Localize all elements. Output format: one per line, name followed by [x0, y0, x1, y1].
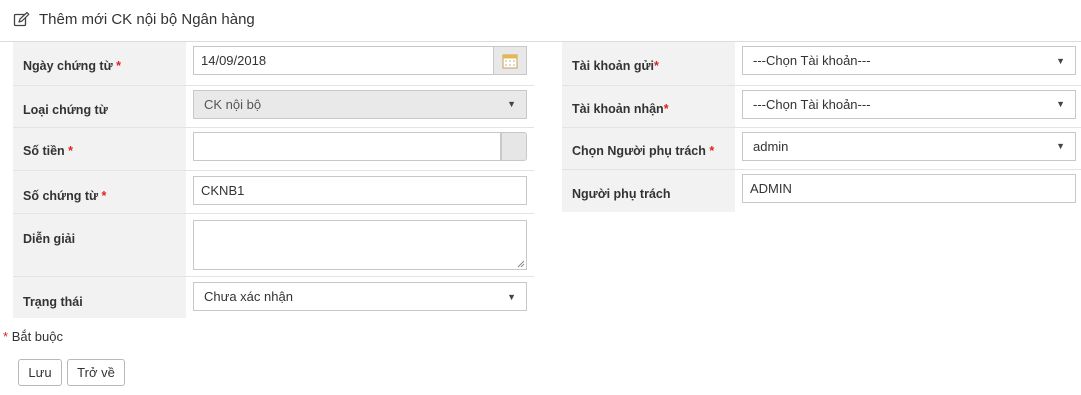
- so-tien-input[interactable]: [193, 131, 501, 161]
- right-form: Tài khoản gửi* ---Chọn Tài khoản--- ▼ Tà…: [562, 42, 1081, 212]
- tai-khoan-gui-cell: ---Chọn Tài khoản--- ▼: [735, 42, 1081, 86]
- tai-khoan-gui-select[interactable]: ---Chọn Tài khoản--- ▼: [742, 46, 1076, 76]
- chevron-down-icon: ▼: [1056, 99, 1065, 109]
- so-chung-tu-cell: CKNB1: [186, 170, 534, 214]
- row-loai-chung-tu: Loại chứng từ CK nội bộ ▼: [13, 85, 534, 128]
- so-tien-addon: [501, 131, 527, 161]
- chon-nguoi-phu-trach-select[interactable]: admin ▼: [742, 131, 1076, 161]
- so-chung-tu-label: Số chứng từ *: [13, 170, 186, 214]
- row-ngay-chung-tu: Ngày chứng từ * 14/09/2018: [13, 42, 534, 86]
- row-dien-giai: Diễn giải: [13, 213, 534, 277]
- required-asterisk: *: [3, 329, 9, 344]
- row-so-chung-tu: Số chứng từ * CKNB1: [13, 170, 534, 214]
- row-so-tien: Số tiền *: [13, 127, 534, 171]
- tai-khoan-nhan-label: Tài khoản nhận*: [562, 85, 735, 128]
- tai-khoan-nhan-cell: ---Chọn Tài khoản--- ▼: [735, 85, 1081, 128]
- chevron-down-icon: ▼: [507, 291, 516, 302]
- tai-khoan-nhan-select[interactable]: ---Chọn Tài khoản--- ▼: [742, 89, 1076, 119]
- page-header: Thêm mới CK nội bộ Ngân hàng: [0, 0, 1081, 42]
- save-button[interactable]: Lưu: [18, 359, 62, 386]
- required-asterisk: *: [663, 102, 669, 116]
- trang-thai-select[interactable]: Chưa xác nhận ▼: [193, 282, 527, 312]
- nguoi-phu-trach-label: Người phụ trách: [562, 169, 735, 212]
- row-tai-khoan-nhan: Tài khoản nhận* ---Chọn Tài khoản--- ▼: [562, 85, 1081, 128]
- nguoi-phu-trach-input[interactable]: ADMIN: [742, 174, 1076, 204]
- page-title: Thêm mới CK nội bộ Ngân hàng: [39, 11, 255, 28]
- row-chon-nguoi-phu-trach: Chọn Người phụ trách * admin ▼: [562, 127, 1081, 170]
- loai-chung-tu-select[interactable]: CK nội bộ ▼: [193, 89, 527, 119]
- row-trang-thai: Trạng thái Chưa xác nhận ▼: [13, 276, 534, 318]
- chevron-down-icon: ▼: [1056, 55, 1065, 66]
- chon-nguoi-phu-trach-cell: admin ▼: [735, 127, 1081, 170]
- back-button[interactable]: Trở về: [67, 359, 125, 386]
- required-asterisk: *: [68, 144, 74, 158]
- nguoi-phu-trach-cell: ADMIN: [735, 169, 1081, 212]
- ngay-chung-tu-label: Ngày chứng từ *: [13, 42, 186, 86]
- required-asterisk: *: [116, 58, 121, 73]
- dien-giai-textarea[interactable]: [193, 219, 527, 270]
- so-tien-label: Số tiền *: [13, 127, 186, 171]
- required-note: * Bắt buộc: [3, 329, 64, 344]
- dien-giai-cell: [186, 213, 534, 277]
- row-nguoi-phu-trach: Người phụ trách ADMIN: [562, 169, 1081, 212]
- required-asterisk: *: [101, 188, 107, 203]
- row-tai-khoan-gui: Tài khoản gửi* ---Chọn Tài khoản--- ▼: [562, 42, 1081, 86]
- chevron-down-icon: ▼: [507, 99, 516, 109]
- so-tien-cell: [186, 127, 534, 171]
- ngay-chung-tu-cell: 14/09/2018: [186, 42, 534, 86]
- calendar-button[interactable]: [494, 46, 527, 76]
- chevron-down-icon: ▼: [1056, 141, 1065, 151]
- tai-khoan-gui-label: Tài khoản gửi*: [562, 42, 735, 86]
- edit-icon: [13, 11, 30, 27]
- loai-chung-tu-cell: CK nội bộ ▼: [186, 85, 534, 128]
- required-asterisk: *: [653, 58, 659, 73]
- chon-nguoi-phu-trach-label: Chọn Người phụ trách *: [562, 127, 735, 170]
- left-form: Ngày chứng từ * 14/09/2018 Loại chứng từ…: [13, 42, 534, 318]
- so-chung-tu-input[interactable]: CKNB1: [193, 175, 527, 205]
- trang-thai-label: Trạng thái: [13, 276, 186, 318]
- resize-grip-icon[interactable]: [517, 260, 525, 268]
- calendar-icon: [502, 54, 518, 69]
- trang-thai-cell: Chưa xác nhận ▼: [186, 276, 534, 318]
- ngay-chung-tu-input[interactable]: 14/09/2018: [193, 46, 494, 76]
- loai-chung-tu-label: Loại chứng từ: [13, 85, 186, 128]
- dien-giai-label: Diễn giải: [13, 213, 186, 277]
- required-asterisk: *: [709, 143, 715, 158]
